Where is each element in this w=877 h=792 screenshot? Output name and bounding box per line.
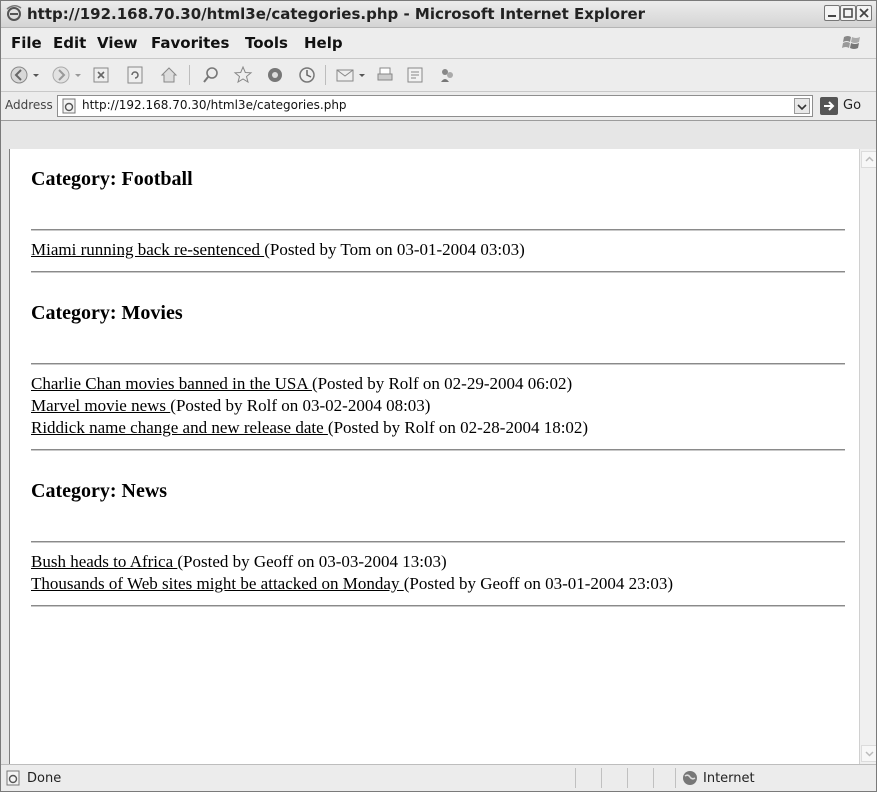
- address-label: Address: [5, 98, 53, 112]
- page-icon: [6, 770, 20, 786]
- horizontal-rule: [31, 605, 845, 607]
- post-title-link[interactable]: Charlie Chan movies banned in the USA: [31, 374, 312, 393]
- categories-page: Category: Football Miami running back re-…: [10, 149, 858, 607]
- chevron-down-icon: [797, 104, 807, 111]
- window-title: http://192.168.70.30/html3e/categories.p…: [27, 5, 646, 23]
- home-icon[interactable]: [159, 65, 179, 85]
- minimize-button[interactable]: [824, 5, 840, 21]
- maximize-icon: [843, 8, 853, 18]
- horizontal-rule: [31, 449, 845, 451]
- post-meta: (Posted by Geoff on 03-01-2004 23:03): [403, 574, 674, 593]
- mail-dropdown-icon[interactable]: [357, 65, 367, 85]
- status-divider: [601, 768, 602, 788]
- status-divider: [575, 768, 576, 788]
- refresh-icon[interactable]: [125, 65, 145, 85]
- page-icon: [62, 98, 76, 114]
- menu-tools[interactable]: Tools: [245, 34, 288, 52]
- page-viewport: Category: Football Miami running back re-…: [9, 149, 860, 764]
- category-heading: Category: Movies: [31, 302, 183, 324]
- horizontal-rule: [31, 271, 845, 273]
- globe-icon: [683, 771, 697, 785]
- menu-bar: File Edit View Favorites Tools Help: [1, 28, 876, 59]
- history-icon[interactable]: [297, 65, 317, 85]
- back-dropdown-icon[interactable]: [31, 65, 41, 85]
- category-section: Category: Movies Charlie Chan movies bann…: [31, 301, 845, 451]
- toolbar-separator: [189, 65, 190, 85]
- status-divider: [653, 768, 654, 788]
- post-meta: (Posted by Geoff on 03-03-2004 13:03): [177, 552, 447, 571]
- ie-logo-icon: [6, 5, 22, 21]
- category-heading: Category: Football: [31, 168, 193, 190]
- post-title-link[interactable]: Marvel movie news: [31, 396, 170, 415]
- post-item: Marvel movie news (Posted by Rolf on 03-…: [31, 395, 838, 417]
- go-button[interactable]: Go: [843, 98, 861, 113]
- vertical-scrollbar[interactable]: [859, 149, 876, 764]
- category-section: Category: News Bush heads to Africa (Post…: [31, 479, 845, 607]
- edit-icon[interactable]: [405, 65, 425, 85]
- post-list: Miami running back re-sentenced (Posted …: [31, 231, 838, 271]
- post-title-link[interactable]: Miami running back re-sentenced: [31, 240, 264, 259]
- print-icon[interactable]: [375, 65, 395, 85]
- close-button[interactable]: [856, 5, 872, 21]
- post-item: Bush heads to Africa (Posted by Geoff on…: [31, 551, 838, 573]
- forward-dropdown-icon[interactable]: [73, 65, 83, 85]
- address-dropdown-button[interactable]: [794, 98, 810, 114]
- search-icon[interactable]: [201, 65, 221, 85]
- scroll-down-button[interactable]: [861, 745, 876, 762]
- mail-icon[interactable]: [335, 65, 355, 85]
- post-item: Miami running back re-sentenced (Posted …: [31, 239, 838, 261]
- toolbar-separator: [325, 65, 326, 85]
- address-url: http://192.168.70.30/html3e/categories.p…: [82, 98, 347, 112]
- maximize-button[interactable]: [840, 5, 856, 21]
- post-meta: (Posted by Rolf on 02-28-2004 18:02): [327, 418, 589, 437]
- post-meta: (Posted by Rolf on 02-29-2004 06:02): [311, 374, 573, 393]
- media-icon[interactable]: [265, 65, 285, 85]
- category-heading: Category: News: [31, 480, 168, 502]
- menu-view[interactable]: View: [97, 34, 138, 52]
- post-meta: (Posted by Rolf on 03-02-2004 08:03): [170, 396, 431, 415]
- address-bar: Address http://192.168.70.30/html3e/cate…: [1, 92, 876, 121]
- status-text: Done: [27, 771, 62, 786]
- minimize-icon: [828, 15, 836, 17]
- post-item: Thousands of Web sites might be attacked…: [31, 573, 838, 595]
- page-body: Category: Football Miami running back re-…: [10, 149, 858, 764]
- post-item: Charlie Chan movies banned in the USA (P…: [31, 373, 838, 395]
- post-title-link[interactable]: Bush heads to Africa: [31, 552, 177, 571]
- post-item: Riddick name change and new release date…: [31, 417, 838, 439]
- toolbar: [1, 59, 876, 92]
- post-list: Charlie Chan movies banned in the USA (P…: [31, 365, 838, 449]
- chevron-down-icon: [865, 751, 874, 757]
- post-title-link[interactable]: Riddick name change and new release date: [31, 418, 328, 437]
- category-section: Category: Football Miami running back re-…: [31, 167, 845, 273]
- back-icon[interactable]: [9, 65, 29, 85]
- favorites-icon[interactable]: [233, 65, 253, 85]
- security-zone: Internet: [703, 771, 755, 786]
- status-divider: [627, 768, 628, 788]
- post-title-link[interactable]: Thousands of Web sites might be attacked…: [31, 574, 404, 593]
- go-arrow-icon[interactable]: [819, 96, 839, 116]
- status-bar: Done Internet: [1, 764, 876, 791]
- menu-edit[interactable]: Edit: [53, 34, 86, 52]
- post-list: Bush heads to Africa (Posted by Geoff on…: [31, 543, 838, 605]
- menu-favorites[interactable]: Favorites: [151, 34, 229, 52]
- post-meta: (Posted by Tom on 03-01-2004 03:03): [264, 240, 525, 259]
- stop-icon[interactable]: [91, 65, 111, 85]
- status-divider: [675, 768, 676, 788]
- title-bar[interactable]: http://192.168.70.30/html3e/categories.p…: [1, 1, 876, 28]
- address-input[interactable]: http://192.168.70.30/html3e/categories.p…: [57, 95, 813, 117]
- forward-icon[interactable]: [51, 65, 71, 85]
- close-icon: [859, 8, 869, 18]
- messenger-icon[interactable]: [437, 65, 457, 85]
- menu-help[interactable]: Help: [304, 34, 343, 52]
- chevron-up-icon: [865, 156, 874, 162]
- windows-logo-icon: [842, 36, 860, 49]
- scroll-up-button[interactable]: [861, 151, 876, 168]
- browser-window: http://192.168.70.30/html3e/categories.p…: [0, 0, 877, 792]
- menu-file[interactable]: File: [11, 34, 42, 52]
